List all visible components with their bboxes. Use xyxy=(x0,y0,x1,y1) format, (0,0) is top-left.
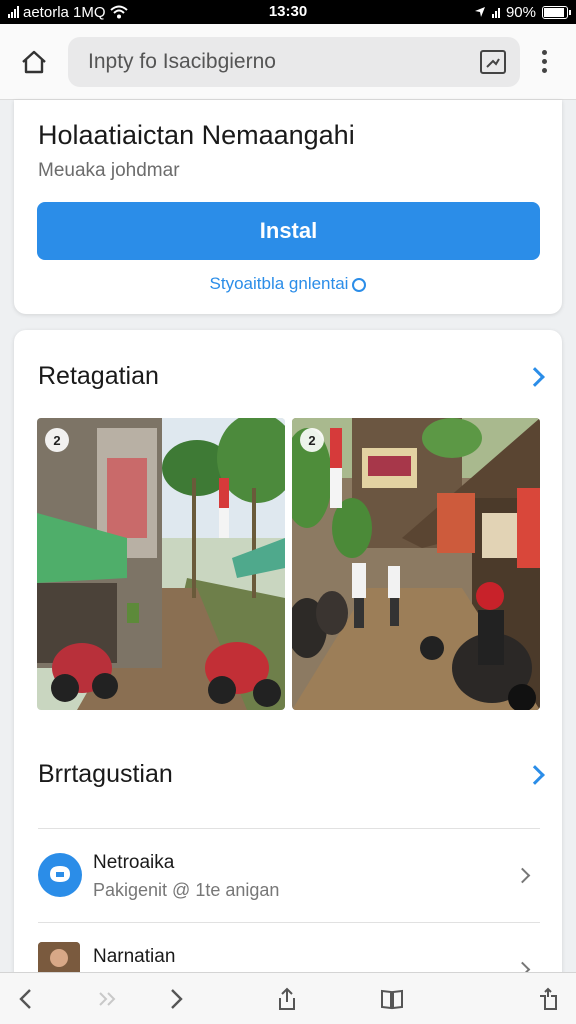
status-right: 90% xyxy=(474,3,571,21)
bottom-toolbar xyxy=(0,972,576,1024)
location-icon xyxy=(474,7,485,17)
list-section-chevron-icon[interactable] xyxy=(525,765,545,785)
status-left: aetorla 1MQ xyxy=(8,4,208,21)
status-bar: aetorla 1MQ 13:30 90% xyxy=(0,0,576,24)
book-icon[interactable] xyxy=(380,987,404,1011)
street-photo-1 xyxy=(37,418,285,710)
back-icon[interactable] xyxy=(14,987,38,1011)
list-item-title: Netroaika xyxy=(93,852,175,873)
carrier-label: aetorla 1MQ xyxy=(23,3,106,21)
battery-percent: 90% xyxy=(505,3,536,21)
app-title: Holaatiaictan Nemaangahi xyxy=(38,120,355,150)
address-bar[interactable]: Inpty fo Isacibgierno xyxy=(68,36,520,87)
list-section-title: Brrtagustian xyxy=(38,760,173,788)
divider xyxy=(38,922,540,923)
battery-icon xyxy=(542,5,571,19)
app-card: Holaatiaictan Nemaangahi Meuaka johdmar … xyxy=(14,100,562,314)
gallery-photo-1[interactable]: 2 xyxy=(37,418,285,710)
forward-icon[interactable] xyxy=(164,987,188,1011)
chat-bubble-icon xyxy=(50,866,70,882)
cell-signal-icon xyxy=(491,6,500,18)
tabs-icon[interactable] xyxy=(536,987,560,1011)
home-icon xyxy=(22,50,46,73)
bookmark-icon xyxy=(486,57,500,68)
app-subtitle: Meuaka johdmar xyxy=(38,160,180,181)
battery-fill xyxy=(544,7,564,17)
home-button[interactable] xyxy=(12,40,56,84)
browser-toolbar: Inpty fo Isacibgierno xyxy=(0,24,576,100)
signal-icon xyxy=(8,6,19,18)
more-vertical-icon[interactable] xyxy=(532,50,556,73)
app-icon xyxy=(38,853,82,897)
gallery-title: Retagatian xyxy=(38,362,159,390)
divider xyxy=(38,828,540,829)
list-item-subtitle: Pakigenit @ 1te anigan xyxy=(93,880,280,900)
support-link-label: Styoaitbla gnlentai xyxy=(209,274,349,293)
photo-badge: 2 xyxy=(300,428,324,452)
street-photo-2 xyxy=(292,418,540,710)
bookmark-button[interactable] xyxy=(480,49,506,74)
share-icon[interactable] xyxy=(275,987,299,1011)
list-item[interactable]: Netroaika Pakigenit @ 1te anigan xyxy=(38,830,540,920)
wifi-icon xyxy=(109,5,128,19)
content-card: Retagatian 2 2 Brrtagustian Netroaika Pa… xyxy=(14,330,562,990)
chevron-right-icon xyxy=(514,867,531,884)
support-link[interactable]: Styoaitbla gnlentai xyxy=(14,274,562,294)
photo-badge: 2 xyxy=(45,428,69,452)
info-icon xyxy=(352,277,367,292)
list-item-title: Narnatian xyxy=(93,946,176,967)
install-button[interactable]: Instal xyxy=(37,202,540,260)
url-text: Inpty fo Isacibgierno xyxy=(88,49,276,73)
gallery-photo-2[interactable]: 2 xyxy=(292,418,540,710)
fast-forward-icon[interactable] xyxy=(96,987,120,1011)
gallery-chevron-icon[interactable] xyxy=(525,367,545,387)
